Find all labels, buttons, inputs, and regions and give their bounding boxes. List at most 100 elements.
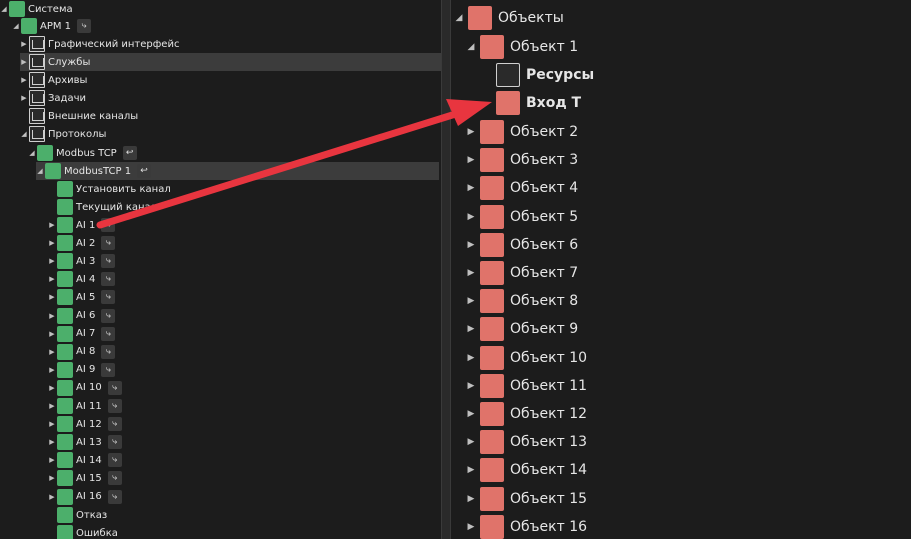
tree-node-services[interactable]: ▶ Службы (20, 53, 441, 71)
expand-arrow-icon[interactable]: ◢ (453, 4, 465, 32)
collapse-arrow-icon[interactable]: ▶ (465, 315, 477, 343)
expand-arrow-icon[interactable]: ◢ (12, 17, 20, 35)
collapse-arrow-icon[interactable]: ▶ (48, 469, 56, 487)
tree-node-modbus-tcp[interactable]: ◢ Modbus TCP ↩ (28, 144, 137, 162)
collapse-arrow-icon[interactable]: ▶ (48, 488, 56, 506)
tree-node-protocols[interactable]: ◢ Протоколы (20, 125, 106, 143)
expand-arrow-icon[interactable]: ◢ (465, 33, 477, 61)
tree-node-ai[interactable]: ▶ AI 2 ⤷ (48, 234, 116, 252)
link-icon[interactable]: ⤷ (107, 435, 122, 450)
link-icon[interactable]: ⤷ (101, 290, 116, 305)
collapse-arrow-icon[interactable]: ▶ (465, 259, 477, 287)
collapse-arrow-icon[interactable]: ▶ (465, 400, 477, 428)
tree-node-resources[interactable]: Ресурсы (481, 61, 594, 89)
link-icon[interactable]: ⤷ (107, 417, 122, 432)
collapse-arrow-icon[interactable]: ▶ (20, 89, 28, 107)
tree-node-object[interactable]: ▶ Объект 11 (465, 372, 587, 400)
collapse-arrow-icon[interactable]: ▶ (48, 415, 56, 433)
collapse-arrow-icon[interactable]: ▶ (465, 203, 477, 231)
link-icon[interactable]: ⤷ (107, 380, 122, 395)
tree-node-graphic[interactable]: ▶ Графический интерфейс (20, 35, 179, 53)
tree-node-object[interactable]: ▶ Объект 8 (465, 287, 578, 315)
tree-node-error[interactable]: Ошибка (48, 524, 118, 539)
tree-node-object[interactable]: ▶ Объект 9 (465, 315, 578, 343)
link-icon[interactable]: ⤷ (101, 236, 116, 251)
tree-node-object[interactable]: ▶ Объект 5 (465, 203, 578, 231)
link-icon[interactable]: ⤷ (77, 19, 92, 33)
collapse-arrow-icon[interactable]: ▶ (465, 513, 477, 539)
collapse-arrow-icon[interactable]: ▶ (48, 325, 56, 343)
tree-node-ai[interactable]: ▶ AI 9 ⤷ (48, 361, 116, 379)
link-icon[interactable]: ⤷ (101, 326, 116, 341)
tree-node-ai[interactable]: ▶ AI 3 ⤷ (48, 252, 116, 270)
link-icon[interactable]: ⤷ (101, 254, 116, 269)
collapse-arrow-icon[interactable]: ▶ (465, 146, 477, 174)
tree-node-ai[interactable]: ▶ AI 10 ⤷ (48, 379, 122, 397)
collapse-arrow-icon[interactable]: ▶ (465, 485, 477, 513)
tree-node-object[interactable]: ▶ Объект 15 (465, 485, 587, 513)
tree-node-object[interactable]: ▶ Объект 2 (465, 118, 578, 146)
expand-arrow-icon[interactable]: ◢ (20, 125, 28, 143)
link-icon[interactable]: ⤷ (107, 399, 122, 413)
tree-node-set-channel[interactable]: Установить канал (48, 180, 171, 198)
expand-arrow-icon[interactable]: ◢ (36, 162, 44, 180)
tree-node-input-t[interactable]: Вход Т (481, 89, 581, 117)
collapse-arrow-icon[interactable]: ▶ (465, 428, 477, 456)
collapse-arrow-icon[interactable]: ▶ (48, 361, 56, 379)
tree-node-ai[interactable]: ▶ AI 14 ⤷ (48, 451, 122, 469)
collapse-arrow-icon[interactable]: ▶ (20, 35, 28, 53)
tree-node-archives[interactable]: ▶ Архивы (20, 71, 87, 89)
expand-arrow-icon[interactable]: ◢ (28, 144, 36, 162)
link-icon[interactable]: ⤷ (101, 272, 116, 287)
tree-node-ai[interactable]: ▶ AI 1 ⤷ (48, 216, 116, 234)
tree-node-ai[interactable]: ▶ AI 12 ⤷ (48, 415, 122, 433)
tree-node-object[interactable]: ▶ Объект 10 (465, 344, 587, 372)
link-icon[interactable]: ⤷ (101, 218, 116, 232)
tree-node-ai[interactable]: ▶ AI 5 ⤷ (48, 288, 116, 306)
collapse-arrow-icon[interactable]: ▶ (20, 53, 28, 71)
tree-node-ai[interactable]: ▶ AI 6 ⤷ (48, 307, 116, 325)
tree-node-object[interactable]: ▶ Объект 3 (465, 146, 578, 174)
collapse-arrow-icon[interactable]: ▶ (465, 231, 477, 259)
tree-node-tasks[interactable]: ▶ Задачи (20, 89, 86, 107)
collapse-arrow-icon[interactable]: ▶ (48, 307, 56, 325)
panel-splitter[interactable] (441, 0, 451, 539)
collapse-arrow-icon[interactable]: ▶ (48, 379, 56, 397)
tree-node-objects[interactable]: ◢ Объекты (453, 4, 564, 32)
tree-node-ai[interactable]: ▶ AI 11 ⤷ (48, 397, 122, 415)
collapse-arrow-icon[interactable]: ▶ (465, 118, 477, 146)
tree-node-object1[interactable]: ◢ Объект 1 (465, 33, 578, 61)
tree-node-object[interactable]: ▶ Объект 6 (465, 231, 578, 259)
collapse-arrow-icon[interactable]: ▶ (48, 234, 56, 252)
link-icon[interactable]: ⤷ (101, 344, 116, 359)
link-icon[interactable]: ⤷ (107, 489, 122, 504)
tree-node-current-channel[interactable]: Текущий канал (48, 198, 157, 216)
link-icon[interactable]: ⤷ (101, 308, 116, 323)
tree-node-object[interactable]: ▶ Объект 12 (465, 400, 587, 428)
collapse-arrow-icon[interactable]: ▶ (465, 456, 477, 484)
collapse-arrow-icon[interactable]: ▶ (465, 287, 477, 315)
tree-node-fail[interactable]: Отказ (48, 506, 107, 524)
collapse-arrow-icon[interactable]: ▶ (48, 433, 56, 451)
tree-node-object[interactable]: ▶ Объект 14 (465, 456, 587, 484)
collapse-arrow-icon[interactable]: ▶ (48, 216, 56, 234)
link-icon[interactable]: ⤷ (107, 453, 122, 468)
tree-node-ai[interactable]: ▶ AI 16 ⤷ (48, 488, 122, 506)
tree-node-ai[interactable]: ▶ AI 7 ⤷ (48, 325, 116, 343)
tree-node-object[interactable]: ▶ Объект 7 (465, 259, 578, 287)
collapse-arrow-icon[interactable]: ▶ (465, 372, 477, 400)
collapse-arrow-icon[interactable]: ▶ (48, 451, 56, 469)
return-icon[interactable]: ↩ (137, 164, 152, 178)
collapse-arrow-icon[interactable]: ▶ (465, 174, 477, 202)
collapse-arrow-icon[interactable]: ▶ (465, 344, 477, 372)
tree-node-modbus-tcp1[interactable]: ◢ ModbusTCP 1 ↩ (36, 162, 439, 180)
return-icon[interactable]: ↩ (122, 146, 137, 160)
collapse-arrow-icon[interactable]: ▶ (48, 270, 56, 288)
collapse-arrow-icon[interactable]: ▶ (20, 71, 28, 89)
tree-node-ai[interactable]: ▶ AI 4 ⤷ (48, 270, 116, 288)
tree-node-arm[interactable]: ◢ АРМ 1 ⤷ (12, 17, 92, 35)
collapse-arrow-icon[interactable]: ▶ (48, 252, 56, 270)
collapse-arrow-icon[interactable]: ▶ (48, 343, 56, 361)
tree-node-ai[interactable]: ▶ AI 13 ⤷ (48, 433, 122, 451)
tree-node-system[interactable]: ◢ Система (0, 0, 73, 18)
